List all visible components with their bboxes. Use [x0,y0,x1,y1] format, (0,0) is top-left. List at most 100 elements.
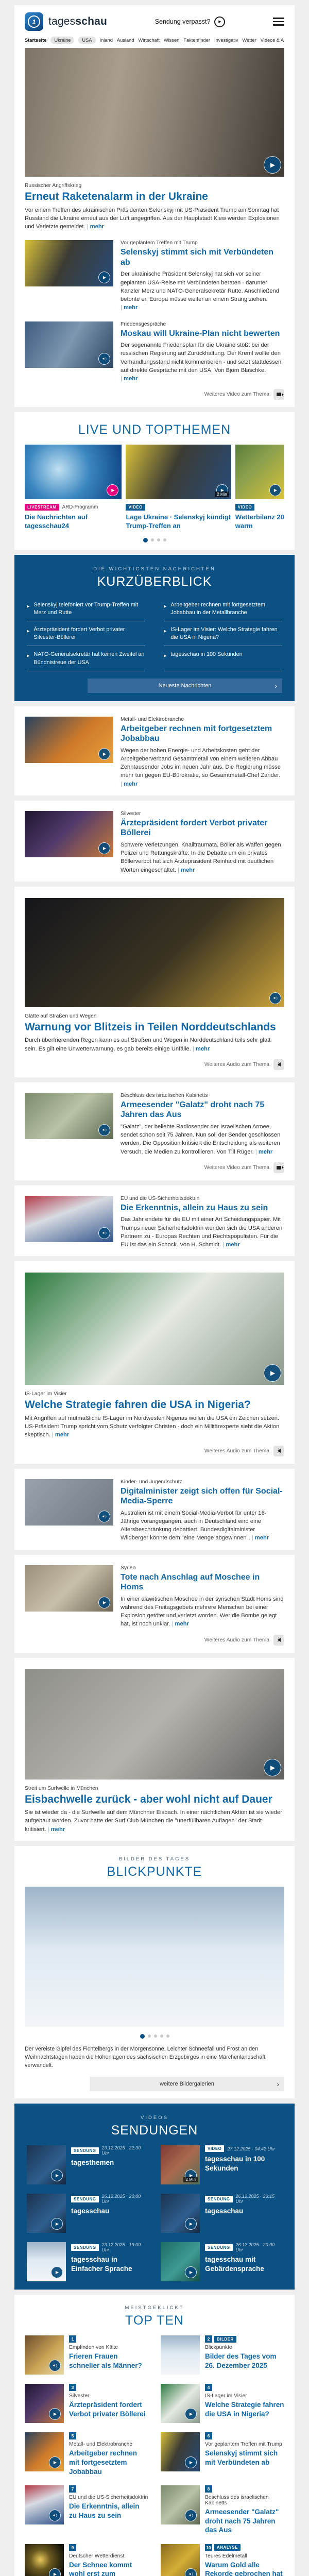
story-teaser-row[interactable]: Silvester Ärztepräsident fordert Verbot … [25,811,284,874]
nav-item[interactable]: Wissen [164,38,179,43]
top-ten-thumbnail[interactable] [161,2432,200,2471]
brand-wordmark[interactable]: tagesschau [48,15,107,28]
mehr-link[interactable]: mehr [178,867,195,873]
story-headline[interactable]: Bilder des Tages vom 26. Dezember 2025 [205,2352,284,2370]
top-ten-item[interactable]: 1 Empfinden von Kälte Frieren Frauen sch… [25,2335,148,2375]
story-headline[interactable]: Arbeitgeber rechnen mit fortgesetztem Jo… [69,2449,148,2476]
top-ten-item[interactable]: 4 IS-Lager im Visier Welche Strategie fa… [161,2384,284,2423]
weitere-bildergalerien-button[interactable]: weitere Bildergalerien› [90,2077,284,2091]
story-thumbnail[interactable] [25,1196,113,1242]
nav-item[interactable]: Startseite [25,38,46,43]
broadcast-thumbnail[interactable] [161,2194,200,2233]
top-ten-item[interactable]: 2 BILDER Blickpunkte Bilder des Tages vo… [161,2335,284,2375]
nav-item[interactable]: Wirtschaft [139,38,160,43]
story-teaser-row[interactable]: Beschluss des israelischen Kabinetts Arm… [25,1093,284,1156]
story-headline[interactable]: Eisbachwelle zurück - aber wohl nicht au… [25,1793,284,1806]
top-ten-item[interactable]: 8 Beschluss des israelischen Kabinetts A… [161,2485,284,2535]
top-ten-thumbnail[interactable] [161,2544,200,2576]
top-ten-item[interactable]: 6 Vor geplantem Treffen mit Trump Selens… [161,2432,284,2476]
top-ten-thumbnail[interactable] [25,2384,64,2423]
broadcast-thumbnail[interactable] [27,2194,66,2233]
broadcast-card[interactable]: SENDUNG 26.12.2025 · 23:15 Uhr tagesscha… [161,2194,282,2233]
top-ten-thumbnail[interactable] [25,2432,64,2471]
more-video-link[interactable]: Weiteres Video zum Thema [25,389,284,400]
story-headline[interactable]: Arbeitgeber rechnen mit fortgesetztem Jo… [121,724,284,744]
story-thumbnail[interactable] [25,1093,113,1139]
story-headline[interactable]: Welche Strategie fahren die USA in Niger… [25,1398,284,1412]
top-ten-thumbnail[interactable] [25,2335,64,2375]
mehr-link[interactable]: mehr [121,376,138,382]
broadcast-thumbnail[interactable] [161,2242,200,2281]
story-headline[interactable]: Tote nach Anschlag auf Moschee in Homs [121,1572,284,1592]
story-teaser-row[interactable]: Metall- und Elektrobranche Arbeitgeber r… [25,717,284,788]
story-headline[interactable]: Der Schnee kommt wohl erst zum Jahreswec… [69,2561,148,2576]
broadcast-card[interactable]: SENDUNG 23.12.2025 · 22:30 Uhr tagesthem… [27,2145,148,2184]
broadcast-title[interactable]: tagesschau [71,2207,148,2216]
story-thumbnail[interactable] [25,321,113,368]
live-card[interactable]: 2 Min VIDEO Lage Ukraine · Selenskyj kün… [126,445,231,531]
broadcast-card[interactable]: SENDUNG 26.12.2025 · 20:00 Uhr tagesscha… [161,2242,282,2281]
top-ten-item[interactable]: 3 Silvester Ärztepräsident fordert Verbo… [25,2384,148,2423]
broadcast-card[interactable]: 2 Min VIDEO 27.12.2025 · 04:42 Uhr tages… [161,2145,282,2184]
tagesschau-logo-icon[interactable]: 1 [25,12,43,31]
top-ten-item[interactable]: 5 Metall- und Elektrobranche Arbeitgeber… [25,2432,148,2476]
carousel-dot[interactable] [148,2035,151,2038]
broadcast-card[interactable]: SENDUNG 23.12.2025 · 19:00 Uhr tagesscha… [27,2242,148,2281]
top-ten-thumbnail[interactable] [25,2544,64,2576]
sendung-verpasst-link[interactable]: Sendung verpasst? ▶ [155,16,226,27]
nav-item[interactable]: Inland [100,38,113,43]
carousel-dot[interactable] [166,2035,169,2038]
kurzueberblick-item[interactable]: IS-Lager im Visier: Welche Strategie fah… [164,621,282,646]
mehr-link[interactable]: mehr [48,1826,65,1833]
mehr-link[interactable]: mehr [172,1621,189,1627]
story-teaser-row[interactable]: Kinder- und Jugendschutz Digitalminister… [25,1479,284,1543]
story-headline[interactable]: Armeesender "Galatz" droht nach 75 Jahre… [205,2507,284,2535]
nav-item[interactable]: Faktenfinder [183,38,210,43]
nav-item[interactable]: Videos & Audios [261,38,284,43]
nav-item[interactable]: USA [78,37,95,44]
live-title[interactable]: Die Nachrichten auf tagesschau24 [25,513,122,531]
neueste-nachrichten-button[interactable]: Neueste Nachrichten› [88,679,282,693]
carousel-dot[interactable] [163,538,166,541]
live-card[interactable]: VIDEO Wetterbilanz 20 warm [235,445,284,531]
kurzueberblick-item[interactable]: Selenskyj telefoniert vor Trump-Treffen … [27,597,145,621]
story-headline[interactable]: Warnung vor Blitzeis in Teilen Norddeuts… [25,1021,284,1034]
kurzueberblick-item[interactable]: tagesschau in 100 Sekunden [164,646,282,671]
carousel-dot[interactable] [154,2035,157,2038]
broadcast-title[interactable]: tagesthemen [71,2158,148,2167]
story-headline[interactable]: Die Erkenntnis, allein zu Haus zu sein [69,2502,148,2520]
story-thumbnail[interactable] [25,717,113,763]
carousel-dot[interactable] [160,2035,163,2038]
broadcast-title[interactable]: tagesschau in Einfacher Sprache [71,2255,148,2273]
story-image[interactable] [25,1669,284,1780]
story-headline[interactable]: Selenskyj stimmt sich mit Verbündeten ab [121,247,284,267]
story-headline[interactable]: Frieren Frauen schneller als Männer? [69,2352,148,2370]
top-ten-item[interactable]: 9 Deutscher Wetterdienst Der Schnee komm… [25,2544,148,2576]
broadcast-title[interactable]: tagesschau in 100 Sekunden [205,2155,282,2173]
story-thumbnail[interactable] [25,240,113,286]
story-thumbnail[interactable] [25,811,113,857]
story-teaser-row[interactable]: Syrien Tote nach Anschlag auf Moschee in… [25,1565,284,1629]
top-ten-item[interactable]: 10 ANALYSE Teures Edelmetall Warum Gold … [161,2544,284,2576]
top-ten-thumbnail[interactable] [25,2485,64,2524]
story-headline[interactable]: Erneut Raketenalarm in der Ukraine [25,190,284,204]
mehr-link[interactable]: mehr [252,1535,269,1541]
top-ten-thumbnail[interactable] [161,2335,200,2375]
nav-item[interactable]: Wetter [243,38,256,43]
carousel-dot[interactable] [143,538,148,543]
mehr-link[interactable]: mehr [255,1149,272,1155]
kurzueberblick-item[interactable]: Ärztepräsident fordert Verbot privater S… [27,621,145,646]
top-ten-thumbnail[interactable] [161,2485,200,2524]
kurzueberblick-item[interactable]: Arbeitgeber rechnen mit fortgesetztem Jo… [164,597,282,621]
more-audio-link[interactable]: Weiteres Audio zum Thema [25,1635,284,1646]
mehr-link[interactable]: mehr [121,304,138,311]
live-thumbnail[interactable]: 2 Min [126,445,231,499]
broadcast-thumbnail[interactable] [27,2145,66,2184]
mehr-link[interactable]: mehr [87,224,104,230]
story-thumbnail[interactable] [25,1565,113,1612]
story-headline[interactable]: Welche Strategie fahren die USA in Niger… [205,2400,284,2418]
story-thumbnail[interactable] [25,1479,113,1526]
story-image[interactable] [25,898,284,1007]
story-teaser-row[interactable]: Friedensgespräche Moskau will Ukraine-Pl… [25,321,284,383]
hero-image[interactable] [25,48,284,177]
